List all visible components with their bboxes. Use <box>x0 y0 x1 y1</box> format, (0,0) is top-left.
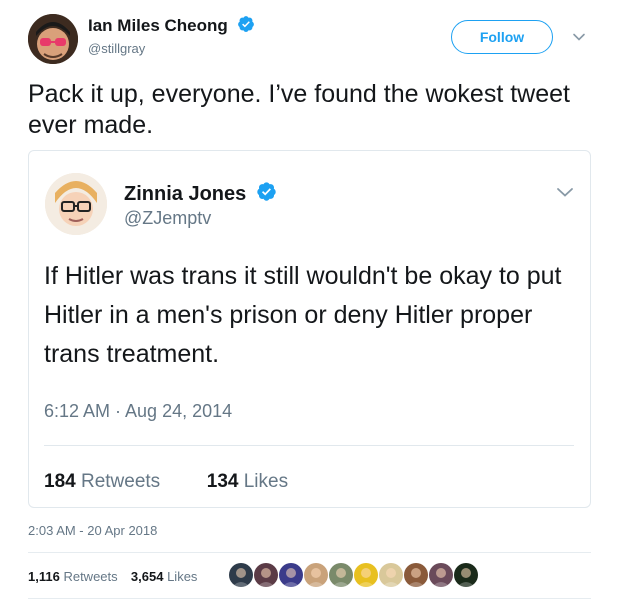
quoted-like-label: Likes <box>243 471 289 492</box>
author-handle[interactable]: @stillgray <box>88 41 145 56</box>
tweet-timestamp[interactable]: 2:03 AM - 20 Apr 2018 <box>28 523 157 538</box>
quoted-like-count: 134 <box>206 471 239 492</box>
retweet-count: 1,116 <box>28 569 60 584</box>
liker-avatar[interactable] <box>379 563 403 587</box>
quoted-author-name-text[interactable]: Zinnia Jones <box>124 183 246 205</box>
like-label: Likes <box>167 569 198 584</box>
liker-avatar[interactable] <box>304 563 328 587</box>
quoted-retweet-stat[interactable]: 184 Retweets <box>44 471 160 492</box>
divider <box>28 598 591 599</box>
liker-avatar[interactable] <box>229 563 253 587</box>
author-name-text[interactable]: Ian Miles Cheong <box>88 16 228 35</box>
liker-avatar[interactable] <box>279 563 303 587</box>
verified-icon <box>256 181 277 208</box>
liker-avatars <box>229 563 478 587</box>
liker-avatar[interactable] <box>429 563 453 587</box>
quoted-author-handle[interactable]: @ZJemptv <box>124 208 211 229</box>
quoted-tweet-card[interactable]: Zinnia Jones @ZJemptv If Hitler was tran… <box>28 150 591 508</box>
liker-avatar[interactable] <box>454 563 478 587</box>
quoted-timestamp[interactable]: 6:12 AM · Aug 24, 2014 <box>44 401 232 422</box>
quoted-like-stat[interactable]: 134 Likes <box>207 471 288 492</box>
liker-avatar[interactable] <box>354 563 378 587</box>
quoted-author-name[interactable]: Zinnia Jones <box>124 181 277 208</box>
retweet-label: Retweets <box>63 569 118 584</box>
liker-avatar[interactable] <box>254 563 278 587</box>
quoted-author-avatar[interactable] <box>45 173 107 235</box>
quoted-tweet-text: If Hitler was trans it still wouldn't be… <box>44 262 562 368</box>
follow-button[interactable]: Follow <box>451 20 553 54</box>
liker-avatar[interactable] <box>329 563 353 587</box>
verified-icon <box>237 15 255 38</box>
quoted-stats: 184 Retweets 134 Likes <box>44 471 288 493</box>
tweet-text: Pack it up, everyone. I’ve found the wok… <box>28 80 570 139</box>
like-count: 3,654 <box>130 569 164 584</box>
chevron-down-icon[interactable] <box>556 183 574 201</box>
divider <box>28 552 591 553</box>
retweet-stat[interactable]: 1,116 Retweets <box>28 569 118 584</box>
chevron-down-icon[interactable] <box>572 30 586 44</box>
quoted-retweet-count: 184 <box>44 471 76 492</box>
author-name[interactable]: Ian Miles Cheong <box>88 15 255 38</box>
tweet-stats: 1,116 Retweets 3,654 Likes <box>28 569 197 584</box>
divider <box>44 445 574 446</box>
like-stat[interactable]: 3,654 Likes <box>131 569 198 584</box>
quoted-retweet-label: Retweets <box>80 471 161 492</box>
author-avatar[interactable] <box>28 14 78 64</box>
liker-avatar[interactable] <box>404 563 428 587</box>
